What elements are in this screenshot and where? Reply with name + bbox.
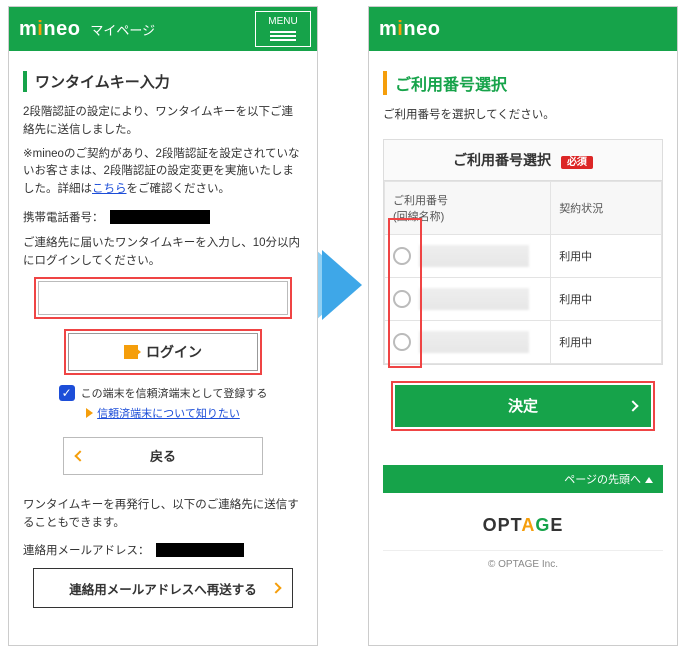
logo: mineo [19, 18, 80, 41]
phone-label: 携帯電話番号： [23, 209, 104, 225]
logo: mineo [379, 18, 440, 41]
phone-row: 携帯電話番号： [23, 209, 303, 225]
card-header: ご利用番号選択 必須 [384, 140, 662, 181]
highlight-login-button: ログイン [64, 329, 262, 375]
page-title: ワンタイムキー入力 [23, 71, 303, 92]
resend-label: 連絡用メールアドレスへ再送する [69, 579, 257, 598]
table-row[interactable]: 利用中 [385, 277, 662, 320]
page-subtitle: マイページ [90, 20, 155, 39]
email-row: 連絡用メールアドレス： [23, 542, 303, 558]
login-label: ログイン [146, 342, 202, 362]
status-cell: 利用中 [551, 234, 662, 277]
content: ワンタイムキー入力 2段階認証の設定により、ワンタイムキーを以下ご連絡先に送信し… [9, 51, 317, 620]
trust-info-link[interactable]: 信頼済端末について知りたい [97, 405, 240, 421]
optage-logo: OPTAGE [383, 515, 663, 536]
screen-otp: mineo マイページ MENU ワンタイムキー入力 2段階認証の設定により、ワ… [8, 6, 318, 646]
trust-checkbox-row: ✓ この端末を信頼済端末として登録する [23, 385, 303, 401]
chevron-up-icon [645, 477, 653, 483]
trust-checkbox[interactable]: ✓ [59, 385, 75, 401]
table-row[interactable]: 利用中 [385, 234, 662, 277]
logo-text: m [19, 18, 37, 40]
back-label: 戻る [150, 446, 176, 465]
col-status: 契約状況 [551, 181, 662, 234]
highlight-decide-button: 決定 [391, 381, 655, 431]
chevron-right-icon [270, 583, 281, 594]
details-link[interactable]: こちら [92, 183, 127, 195]
copyright: © OPTAGE Inc. [383, 550, 663, 570]
number-card: ご利用番号選択 必須 ご利用番号 (回線名称) 契約状況 利用中 [383, 139, 663, 365]
trust-label: この端末を信頼済端末として登録する [81, 385, 268, 401]
number-masked [419, 245, 529, 267]
login-button[interactable]: ログイン [68, 333, 258, 371]
header: mineo マイページ MENU [9, 7, 317, 51]
screen-select-number: mineo ご利用番号選択 ご利用番号を選択してください。 ご利用番号選択 必須… [368, 6, 678, 646]
login-icon [124, 345, 138, 359]
highlight-otp-input [34, 277, 292, 319]
highlight-radio-column [388, 218, 422, 368]
lead-text: ご利用番号を選択してください。 [383, 107, 663, 125]
note-text: ※mineoのご契約があり、2段階認証を設定されていないお客さまは、2段階認証の… [23, 146, 303, 199]
page-title: ご利用番号選択 [383, 71, 663, 95]
decide-button[interactable]: 決定 [395, 385, 651, 427]
intro-text: 2段階認証の設定により、ワンタイムキーを以下ご連絡先に送信しました。 [23, 104, 303, 140]
status-cell: 利用中 [551, 320, 662, 363]
resend-button[interactable]: 連絡用メールアドレスへ再送する [33, 568, 293, 608]
flow-arrow-icon [322, 250, 362, 320]
instruction-text: ご連絡先に届いたワンタイムキーを入力し、10分以内にログインしてください。 [23, 235, 303, 271]
decide-label: 決定 [508, 395, 538, 416]
logo-text: neo [43, 18, 80, 40]
number-masked [419, 331, 529, 353]
table-header-row: ご利用番号 (回線名称) 契約状況 [385, 181, 662, 234]
triangle-icon [86, 408, 93, 418]
number-masked [419, 288, 529, 310]
hamburger-icon [270, 29, 296, 43]
menu-label: MENU [268, 16, 297, 27]
required-badge: 必須 [561, 156, 593, 169]
resend-text: ワンタイムキーを再発行し、以下のご連絡先に送信することもできます。 [23, 497, 303, 533]
otp-input[interactable] [38, 281, 288, 315]
page-top-bar[interactable]: ページの先頭へ [383, 465, 663, 493]
table-row[interactable]: 利用中 [385, 320, 662, 363]
chevron-left-icon [74, 450, 85, 461]
chevron-right-icon [627, 400, 638, 411]
email-label: 連絡用メールアドレス： [23, 542, 150, 558]
email-value-masked [156, 543, 244, 557]
status-cell: 利用中 [551, 277, 662, 320]
back-button[interactable]: 戻る [63, 437, 263, 475]
header: mineo [369, 7, 677, 51]
trust-info-row: 信頼済端末について知りたい [23, 405, 303, 421]
menu-button[interactable]: MENU [255, 11, 311, 47]
content: ご利用番号選択 ご利用番号を選択してください。 ご利用番号選択 必須 ご利用番号… [369, 51, 677, 582]
phone-value-masked [110, 210, 210, 224]
number-table: ご利用番号 (回線名称) 契約状況 利用中 利用中 [384, 181, 662, 364]
